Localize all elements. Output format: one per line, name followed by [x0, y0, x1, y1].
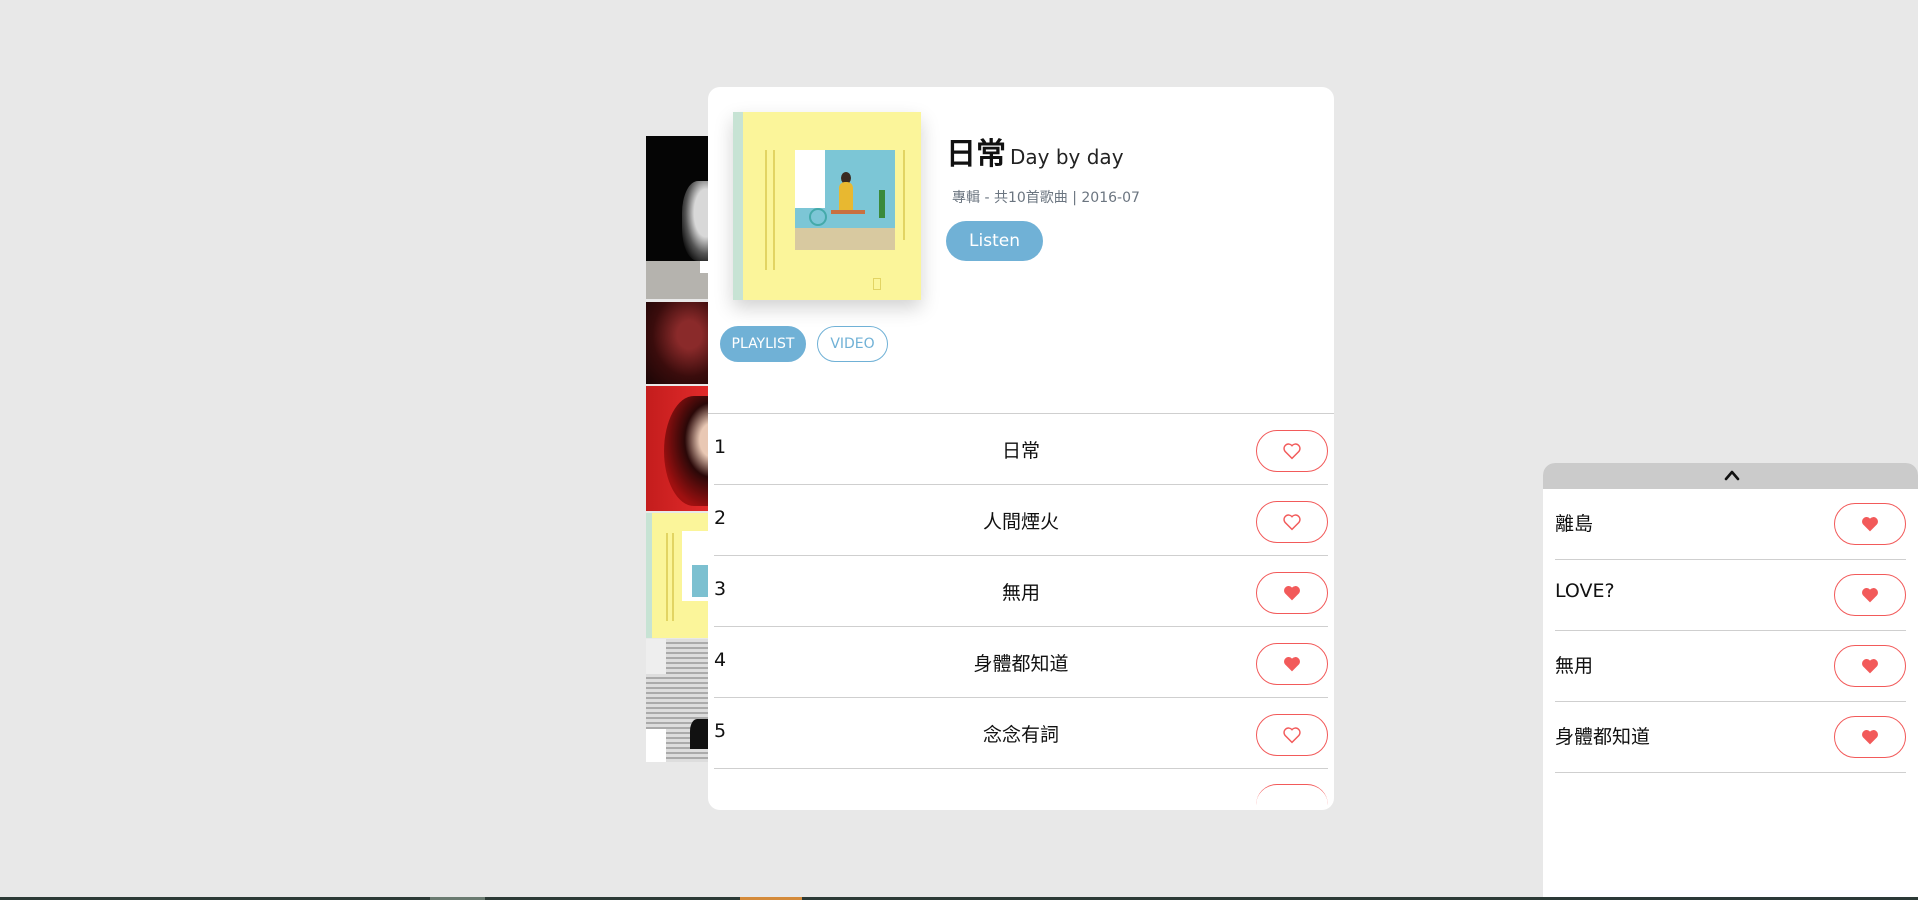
- unlike-button[interactable]: [1834, 645, 1906, 687]
- like-button[interactable]: [1256, 572, 1328, 614]
- heart-filled-icon: [1284, 657, 1300, 672]
- heart-outline-icon: [1283, 443, 1301, 460]
- favorites-collapse-bar[interactable]: [1543, 463, 1918, 489]
- heart-filled-icon: [1284, 586, 1300, 601]
- track-list: 1 日常 2 人間煙火 3 無用 4 身體都知道 5 念念有詞: [708, 413, 1334, 769]
- favorite-name: 身體都知道: [1555, 726, 1651, 748]
- favorite-item[interactable]: 身體都知道: [1555, 702, 1906, 773]
- favorite-name: 無用: [1555, 655, 1594, 677]
- album-thumbnail[interactable]: [646, 302, 708, 384]
- album-thumbnail[interactable]: [646, 136, 708, 261]
- album-thumbnail[interactable]: [646, 639, 708, 762]
- album-thumbnail-caption: [646, 261, 708, 299]
- heart-filled-icon: [1862, 659, 1878, 674]
- track-name: 人間煙火: [982, 511, 1059, 533]
- heart-filled-icon: [1862, 588, 1878, 603]
- album-card: 日常 Day by day 專輯 - 共10首歌曲 | 2016-07 Liste…: [708, 87, 1334, 810]
- album-meta: 專輯 - 共10首歌曲 | 2016-07: [952, 190, 1140, 206]
- heart-filled-icon: [1862, 517, 1878, 532]
- album-thumbnail[interactable]: [646, 386, 708, 511]
- track-row[interactable]: 5 念念有詞: [714, 698, 1328, 769]
- like-button[interactable]: [1256, 714, 1328, 756]
- favorite-name: LOVE?: [1555, 580, 1615, 602]
- heart-outline-icon: [1283, 727, 1301, 744]
- tab-video[interactable]: VIDEO: [817, 326, 888, 362]
- tab-playlist[interactable]: PLAYLIST: [720, 326, 806, 362]
- unlike-button[interactable]: [1834, 716, 1906, 758]
- heart-outline-icon: [1283, 514, 1301, 531]
- listen-button[interactable]: Listen: [946, 221, 1043, 261]
- album-thumbnail-strip: [646, 136, 708, 762]
- album-thumbnail-active[interactable]: [646, 513, 708, 638]
- unlike-button[interactable]: [1834, 503, 1906, 545]
- track-row[interactable]: 3 無用: [714, 556, 1328, 627]
- track-row[interactable]: 2 人間煙火: [714, 485, 1328, 556]
- track-name: 念念有詞: [982, 724, 1059, 746]
- track-row[interactable]: 4 身體都知道: [714, 627, 1328, 698]
- album-title-sub: Day by day: [1010, 145, 1124, 169]
- like-button[interactable]: [1256, 643, 1328, 685]
- track-name: 無用: [1001, 582, 1040, 604]
- chevron-up-icon: [1724, 470, 1740, 481]
- like-button-partial: [1256, 784, 1328, 805]
- favorite-item[interactable]: 離島: [1555, 489, 1906, 560]
- album-title-main: 日常: [946, 137, 1006, 172]
- heart-filled-icon: [1862, 730, 1878, 745]
- favorite-item[interactable]: 無用: [1555, 631, 1906, 702]
- track-name: 身體都知道: [973, 653, 1069, 675]
- like-button[interactable]: [1256, 501, 1328, 543]
- favorite-item[interactable]: LOVE?: [1555, 560, 1906, 631]
- favorites-panel: 離島 LOVE? 無用 身體都知道: [1543, 463, 1918, 900]
- unlike-button[interactable]: [1834, 574, 1906, 616]
- album-title: 日常 Day by day: [946, 129, 1124, 173]
- favorite-name: 離島: [1555, 513, 1594, 535]
- track-row[interactable]: 1 日常: [714, 414, 1328, 485]
- like-button[interactable]: [1256, 430, 1328, 472]
- track-name: 日常: [1001, 440, 1040, 462]
- album-cover: [733, 112, 921, 300]
